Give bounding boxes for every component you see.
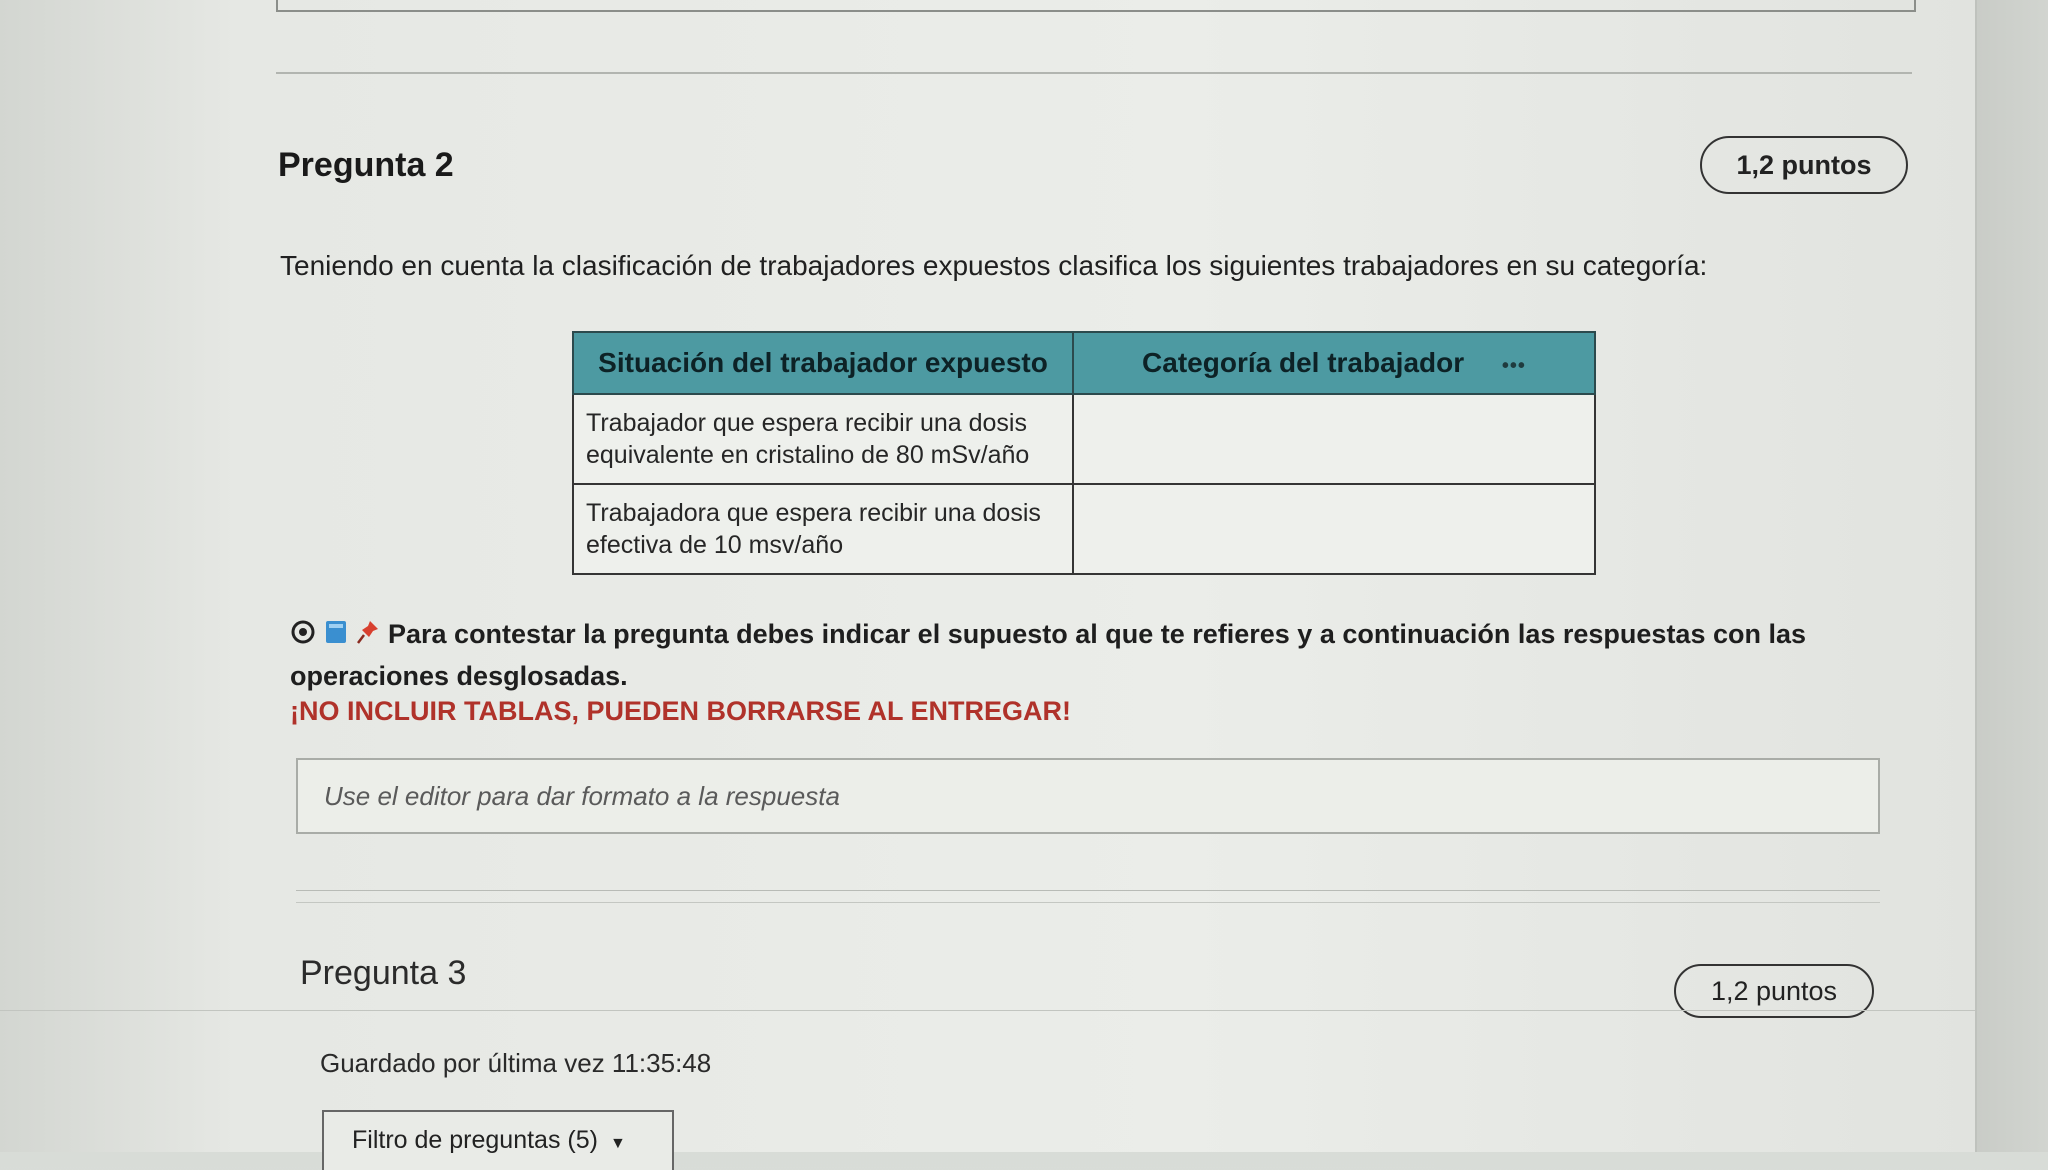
question-3-title: Pregunta 3 (300, 954, 467, 992)
question-filter-label: Filtro de preguntas (5) (352, 1126, 598, 1154)
divider (296, 902, 1880, 903)
question-2-prompt: Teniendo en cuenta la clasificación de t… (280, 250, 1708, 281)
table-cell-situation: Trabajador que espera recibir una dosis … (572, 393, 1074, 485)
question-2-points-badge: 1,2 puntos (1700, 136, 1908, 194)
instruction-text: Para contestar la pregunta debes indicar… (290, 619, 1807, 691)
last-saved-status: Guardado por última vez 11:35:48 (320, 1048, 712, 1078)
classification-table: Situación del trabajador expuesto Catego… (572, 331, 1596, 575)
answer-editor[interactable] (296, 758, 1880, 834)
situation-line: Trabajadora que espera recibir una dosis (586, 499, 1041, 527)
divider (296, 890, 1880, 891)
table-row: Trabajador que espera recibir una dosis … (572, 393, 1596, 485)
situation-line: efectiva de 10 msv/año (586, 531, 844, 559)
table-header-category: Categoría del trabajador ••• (1072, 331, 1596, 395)
previous-answer-box (276, 0, 1916, 12)
table-cell-category (1072, 393, 1596, 485)
table-cell-category (1072, 483, 1596, 575)
table-row: Trabajadora que espera recibir una dosis… (572, 483, 1596, 575)
table-header-situation: Situación del trabajador expuesto (572, 331, 1074, 395)
pin-icon (356, 616, 380, 656)
chevron-down-icon: ▼ (609, 1135, 626, 1152)
question-filter-dropdown[interactable]: Filtro de preguntas (5) ▼ (322, 1110, 674, 1170)
quiz-page: Pregunta 2 1,2 puntos Teniendo en cuenta… (0, 0, 1975, 1170)
eye-icon (290, 616, 316, 656)
divider (0, 1010, 1975, 1011)
divider (276, 72, 1912, 74)
situation-line: equivalente en cristalino de 80 mSv/año (586, 441, 1030, 469)
instruction-text-block: Para contestar la pregunta debes indicar… (290, 614, 1850, 696)
question-2-title: Pregunta 2 (278, 146, 454, 184)
book-icon (324, 616, 348, 656)
situation-line: Trabajador que espera recibir una dosis (586, 409, 1027, 437)
answer-input[interactable] (298, 760, 1878, 832)
more-options-icon[interactable]: ••• (1502, 355, 1526, 377)
warning-text: ¡NO INCLUIR TABLAS, PUEDEN BORRARSE AL E… (290, 696, 1072, 726)
right-side-panel (1975, 0, 2048, 1152)
table-header-row: Situación del trabajador expuesto Catego… (572, 331, 1596, 395)
table-cell-situation: Trabajadora que espera recibir una dosis… (572, 483, 1074, 575)
table-header-category-label: Categoría del trabajador (1142, 347, 1465, 378)
